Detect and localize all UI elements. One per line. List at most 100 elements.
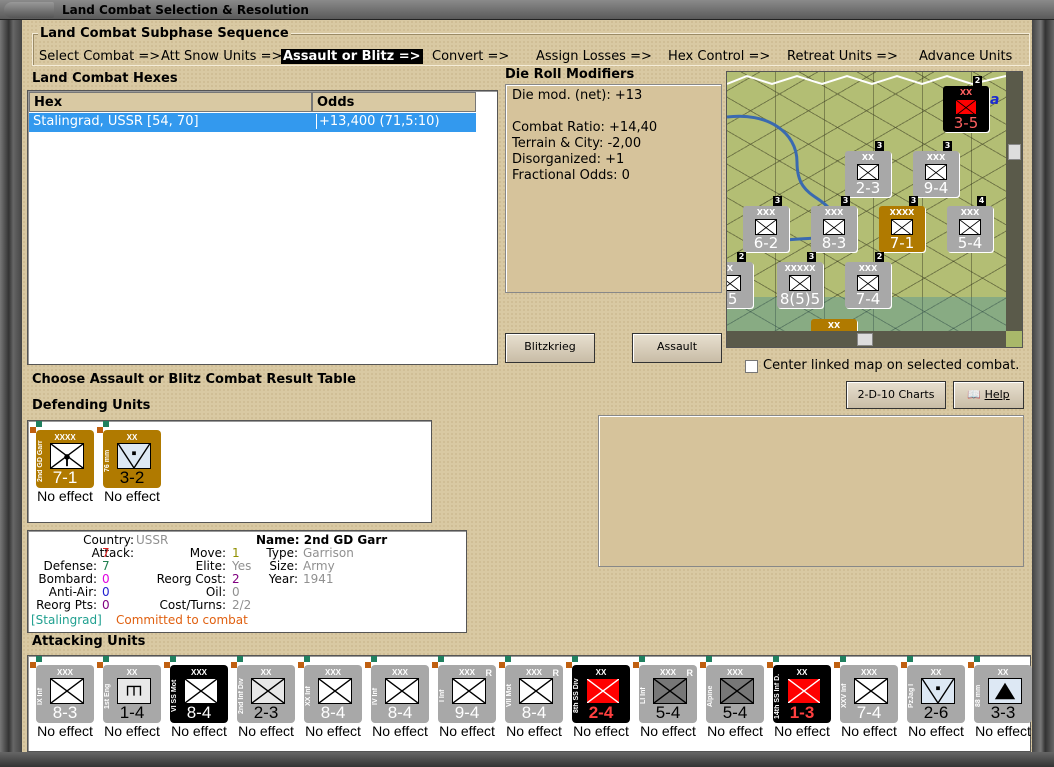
title-bar[interactable]: Land Combat Selection & Resolution [0,0,1054,20]
strength-value: 8-4 [320,703,346,722]
charts-button[interactable]: 2-D-10 Charts [846,381,946,409]
map-unit-counter[interactable]: XXX 7-4 [845,262,891,308]
map-unit-counter[interactable]: XX 3-5 [943,86,989,132]
status-dot [36,656,42,662]
status-dot [974,656,980,662]
map-unit-counter[interactable]: XX 2-3 [845,151,891,197]
defending-unit[interactable]: XXXX 2nd GD Garr 7-1 No effect [28,421,94,506]
strength-value: 8-3 [821,234,847,252]
unit-counter[interactable]: XX 88 mm 3-3 [974,665,1032,723]
table-row[interactable]: Stalingrad, USSR [54, 70] +13,400 (71,5:… [29,113,476,132]
attacking-unit[interactable]: XXX VI SS Mot 8-4 No effect [162,656,228,741]
window-frame-bottom [0,752,1054,767]
map-unit-counter[interactable]: XXX 6-2 [743,206,789,252]
unit-size: XX [827,321,841,330]
disorganized: Disorganized: +1 [512,152,625,167]
status-dot [840,656,846,662]
help-button[interactable]: 📖 Help [953,381,1024,409]
combat-effect: No effect [37,723,93,739]
attacking-unit[interactable]: XX 2nd Inf Div 2-3 No effect [229,656,295,741]
unit-counter[interactable]: XX 8th SS Div 2-4 [572,665,630,723]
map-horizontal-scrollbar[interactable] [727,331,1006,347]
attacking-unit[interactable]: XXX IV Inf 8-4 No effect [363,656,429,741]
column-header-odds[interactable]: Odds [312,92,476,112]
unit-status: Committed to combat [116,613,248,627]
strength-value: 8-4 [387,703,413,722]
attacking-unit[interactable]: XX 8th SS Div 2-4 No effect [564,656,630,741]
unit-size: X [726,264,734,273]
attacking-unit[interactable]: XXX LI Inf R 5-4 No effect [631,656,697,741]
unit-size: XXX [926,153,946,162]
status-dot [773,656,779,662]
unit-counter[interactable]: XXX LI Inf R 5-4 [639,665,697,723]
scroll-thumb[interactable] [1008,144,1021,160]
attacking-unit[interactable]: XXX XX Inf 8-4 No effect [296,656,362,741]
unit-counter[interactable]: XXX IV Inf 8-4 [371,665,429,723]
year-key: Year: [268,572,298,586]
defending-unit[interactable]: XX 76 mm 3-2 No effect [95,421,161,506]
unit-counter[interactable]: XXX IX Inf 8-3 [36,665,94,723]
attacking-unit[interactable]: XXX Alpine 5-4 No effect [698,656,764,741]
unit-counter[interactable]: XXX I Inf R 9-4 [438,665,496,723]
combat-effect: No effect [640,723,696,739]
die-roll-title: Die Roll Modifiers [505,67,635,82]
attacking-unit[interactable]: XXX VII Mot R 8-4 No effect [497,656,563,741]
map-unit-counter[interactable]: XXXXX 8(5)5 [777,262,823,308]
map-unit-counter[interactable]: XXXX 7-1 [879,206,925,252]
unit-counter[interactable]: XXX Alpine 5-4 [706,665,764,723]
unit-counter[interactable]: XXX VII Mot R 8-4 [505,665,563,723]
map-unit-counter[interactable]: XXX 8-3 [811,206,857,252]
assault-button[interactable]: Assault [632,333,722,363]
unit-counter[interactable]: XX PzJag I 2-6 [907,665,965,723]
attacking-unit[interactable]: XX 88 mm 3-3 No effect [966,656,1032,741]
attacking-unit[interactable]: XXX IX Inf 8-3 No effect [28,656,94,741]
reserve-flag: R [686,668,694,678]
unit-counter[interactable]: XX 2nd Inf Div 2-3 [237,665,295,723]
unit-counter[interactable]: XX 14th SS Inf D. 1-3 [773,665,831,723]
step-assault-or-blitz: Assault or Blitz => [281,49,423,64]
attacking-unit[interactable]: XX 14th SS Inf D. 1-3 No effect [765,656,831,741]
map-unit-counter[interactable]: X -5 [726,262,753,308]
map-viewport[interactable]: ga XX 3-5 XX 2-3 XXX 9-4 XXX 6-2 XXX 8-3 XXXX 7-1 XX… [726,72,1006,347]
map-vertical-scrollbar[interactable] [1006,72,1022,331]
attacking-unit[interactable]: XX PzJag I 2-6 No effect [899,656,965,741]
reorgpts-value: 0 [102,598,110,612]
window-title: Land Combat Selection & Resolution [62,3,309,17]
strength-value: 8-3 [52,703,78,722]
strength-value: 8-4 [521,703,547,722]
window-menu-button[interactable] [4,2,54,18]
map-unit-counter[interactable]: XXX 9-4 [913,151,959,197]
mini-map[interactable]: ga XX 3-5 XX 2-3 XXX 9-4 XXX 6-2 XXX 8-3 XXXX 7-1 XX… [726,71,1023,348]
attacking-unit[interactable]: XXX XXV Inf 7-4 No effect [832,656,898,741]
inf-red-symbol-icon [586,678,620,704]
unit-symbol-icon [823,219,845,236]
year-value: 1941 [303,572,334,586]
blitzkrieg-button[interactable]: Blitzkrieg [505,333,595,363]
combat-hexes-table[interactable]: Hex Odds Stalingrad, USSR [54, 70] +13,4… [27,90,498,365]
inf-symbol-icon [452,678,486,704]
unit-counter[interactable]: XXX XXV Inf 7-4 [840,665,898,723]
unit-counter[interactable]: XXXX 2nd GD Garr 7-1 [36,430,94,488]
unit-counter[interactable]: XXX VI SS Mot 8-4 [170,665,228,723]
unit-symbol-icon [755,219,777,236]
status-dot [103,656,109,662]
status-dot [907,656,913,662]
status-dot [237,656,243,662]
center-map-checkbox[interactable] [745,360,758,373]
column-header-hex[interactable]: Hex [29,92,312,112]
center-map-label[interactable]: Center linked map on selected combat. [763,358,1019,373]
inf-red-symbol-icon [787,678,821,704]
strength-value: 8-4 [186,703,212,722]
strength-value: 7-1 [889,234,915,252]
attacking-unit[interactable]: XX 1st Eng 1-4 No effect [95,656,161,741]
strength-value: 9-4 [454,703,480,722]
strength-value: 9-4 [923,179,949,197]
scroll-thumb[interactable] [857,333,873,346]
unit-counter[interactable]: XX 1st Eng 1-4 [103,665,161,723]
map-unit-counter[interactable]: XXX 5-4 [947,206,993,252]
unit-counter[interactable]: XXX XX Inf 8-4 [304,665,362,723]
unit-symbol-icon [959,219,981,236]
attacking-unit[interactable]: XXX I Inf R 9-4 No effect [430,656,496,741]
inf-symbol-icon [318,678,352,704]
unit-counter[interactable]: XX 76 mm 3-2 [103,430,161,488]
